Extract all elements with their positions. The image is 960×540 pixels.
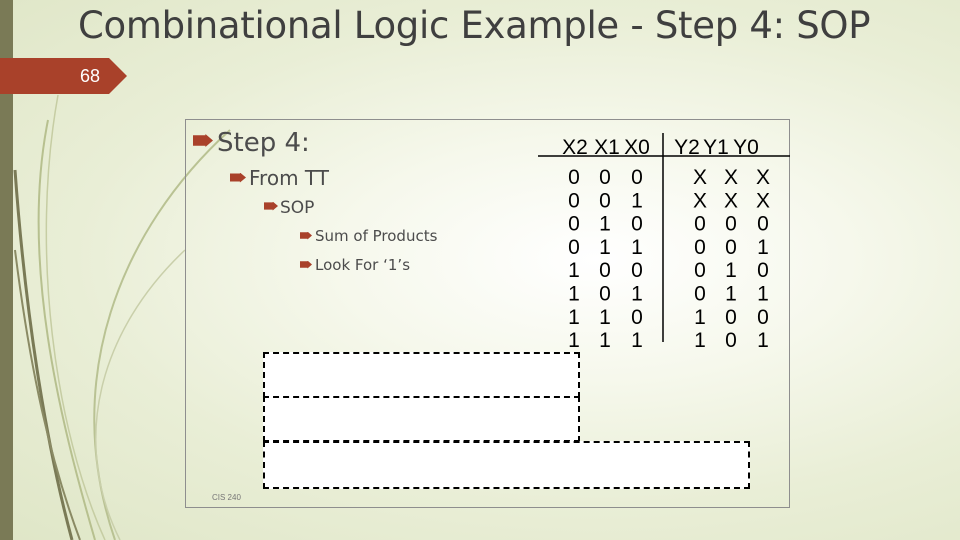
- input-cell: 0: [631, 213, 643, 236]
- output-cell: 0: [725, 213, 737, 236]
- output-cell: 0: [725, 329, 737, 352]
- footer-course-label: CIS 240: [212, 493, 241, 502]
- input-cell: 0: [568, 166, 580, 189]
- output-cell: 0: [725, 306, 737, 329]
- input-cell: 1: [599, 329, 611, 352]
- output-cell: 0: [694, 236, 706, 259]
- output-cell: 0: [757, 259, 769, 282]
- output-cell: 1: [694, 306, 706, 329]
- output-cell: 1: [725, 259, 737, 282]
- input-cell: 1: [631, 236, 643, 259]
- output-cell: X: [693, 189, 707, 212]
- output-cell: X: [693, 166, 707, 189]
- output-column-header: Y0: [733, 136, 759, 159]
- input-cell: 1: [599, 236, 611, 259]
- output-cell: X: [724, 189, 738, 212]
- sop-term-box-1: [263, 352, 580, 398]
- input-cell: 1: [568, 283, 580, 306]
- sop-term-box-2: [263, 396, 580, 442]
- input-cell: 0: [631, 166, 643, 189]
- input-cell: 1: [568, 259, 580, 282]
- output-column-header: Y1: [703, 136, 729, 159]
- input-cell: 0: [599, 283, 611, 306]
- output-cell: 1: [725, 283, 737, 306]
- output-cell: 1: [757, 236, 769, 259]
- input-column-header: X0: [624, 136, 650, 159]
- output-cell: 0: [694, 213, 706, 236]
- input-cell: 1: [568, 329, 580, 352]
- input-cell: 0: [599, 259, 611, 282]
- input-cell: 1: [631, 189, 643, 212]
- input-cell: 0: [599, 166, 611, 189]
- output-cell: 0: [757, 213, 769, 236]
- output-cell: X: [756, 189, 770, 212]
- output-cell: 1: [694, 329, 706, 352]
- output-cell: 0: [694, 283, 706, 306]
- input-cell: 1: [631, 329, 643, 352]
- output-cell: 1: [757, 283, 769, 306]
- input-column-header: X2: [562, 136, 588, 159]
- input-cell: 1: [599, 213, 611, 236]
- input-column-header: X1: [594, 136, 620, 159]
- output-cell: X: [724, 166, 738, 189]
- input-cell: 0: [599, 189, 611, 212]
- input-cell: 0: [631, 306, 643, 329]
- input-cell: 0: [568, 236, 580, 259]
- input-cell: 0: [631, 259, 643, 282]
- output-cell: 0: [694, 259, 706, 282]
- sop-term-box-3: [263, 441, 750, 489]
- input-cell: 0: [568, 189, 580, 212]
- input-cell: 1: [631, 283, 643, 306]
- output-cell: 1: [757, 329, 769, 352]
- output-column-header: Y2: [674, 136, 700, 159]
- output-cell: X: [756, 166, 770, 189]
- output-cell: 0: [725, 236, 737, 259]
- input-cell: 1: [568, 306, 580, 329]
- output-cell: 0: [757, 306, 769, 329]
- input-cell: 1: [599, 306, 611, 329]
- input-cell: 0: [568, 213, 580, 236]
